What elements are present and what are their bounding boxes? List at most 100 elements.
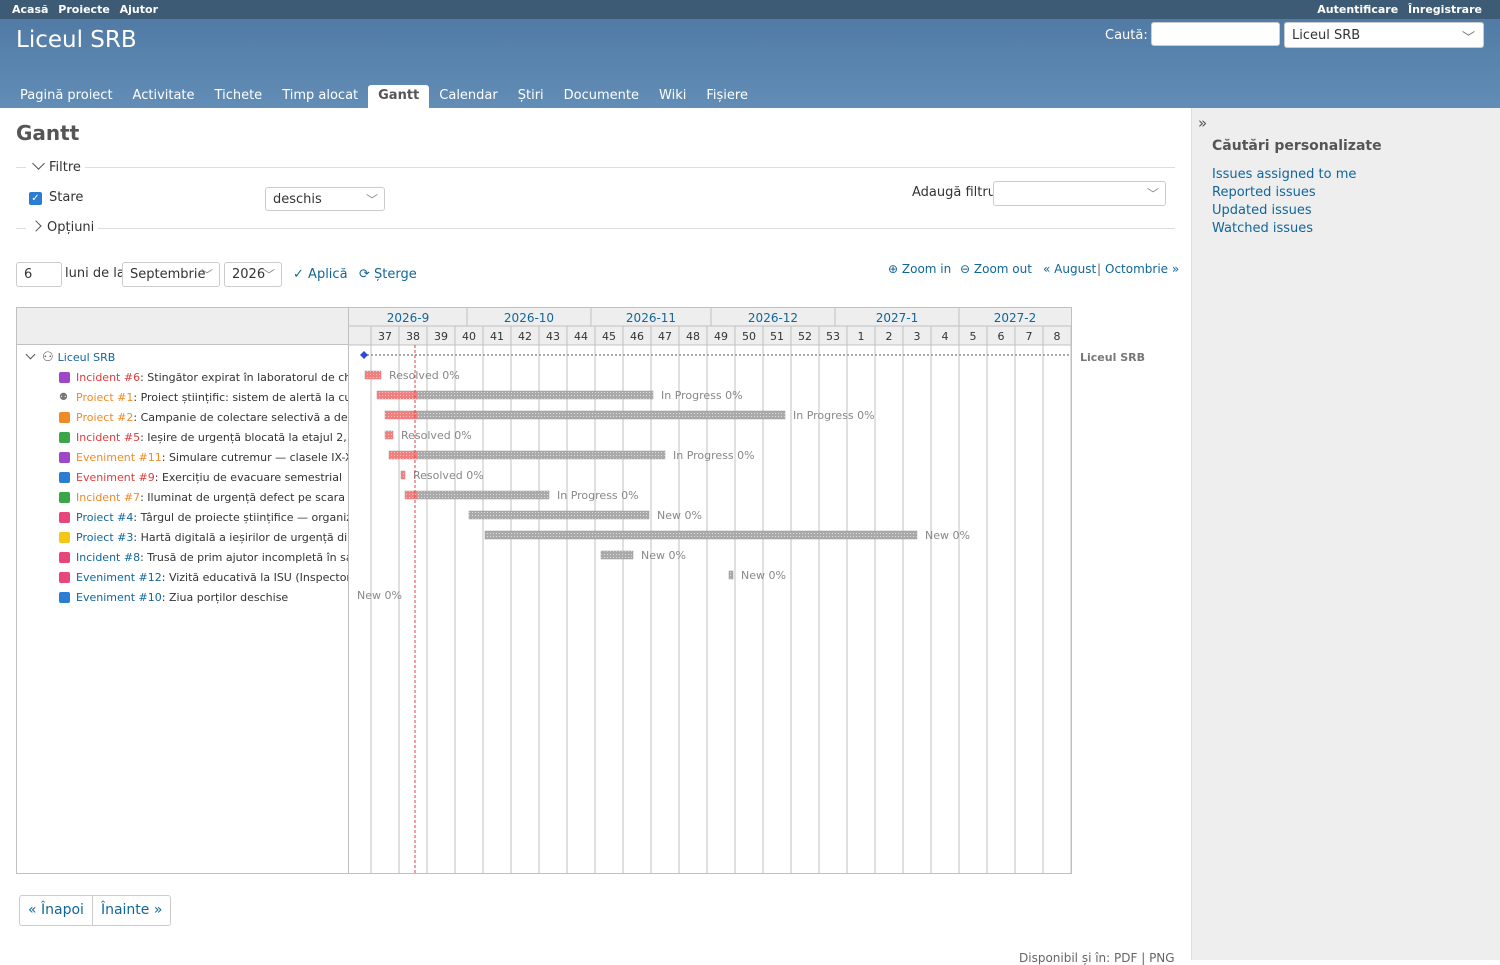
tab-gantt[interactable]: Gantt bbox=[368, 85, 430, 108]
gantt-month-label: 2027-2 bbox=[994, 311, 1037, 325]
gantt-week-label: 41 bbox=[490, 330, 504, 343]
gantt-issue-late-bar bbox=[389, 451, 417, 459]
apply-label: Aplică bbox=[308, 267, 348, 282]
options-divider bbox=[16, 228, 1175, 229]
tab-issues[interactable]: Tichete bbox=[205, 85, 273, 108]
top-link-help[interactable]: Ajutor bbox=[120, 3, 158, 16]
issue-subject: Hartă digitală a ieșirilor de urgență di… bbox=[140, 531, 348, 544]
issue-link[interactable]: Incident #6 bbox=[76, 371, 140, 384]
status-filter-label: Stare bbox=[49, 190, 84, 205]
gantt-issue-row[interactable]: Eveniment #9: Exercițiu de evacuare seme… bbox=[59, 468, 348, 488]
gantt-issue-row[interactable]: Incident #6: Stingător expirat în labora… bbox=[59, 368, 348, 388]
gantt-month-label: 2026-9 bbox=[387, 311, 430, 325]
top-link-projects[interactable]: Proiecte bbox=[58, 3, 110, 16]
issue-link[interactable]: Proiect #1 bbox=[76, 391, 133, 404]
tab-overview[interactable]: Pagină proiect bbox=[10, 85, 123, 108]
issue-subject-separator: : bbox=[154, 471, 162, 484]
page-title: Gantt bbox=[16, 121, 80, 145]
gantt-week-label: 37 bbox=[378, 330, 392, 343]
gantt-issue-bar bbox=[388, 450, 666, 460]
clear-button[interactable]: ⟳ Șterge bbox=[359, 267, 417, 282]
chevron-down-icon: ﹀ bbox=[262, 268, 275, 282]
options-legend[interactable]: Opțiuni bbox=[26, 220, 99, 235]
gantt-project-link[interactable]: Liceul SRB bbox=[58, 351, 116, 364]
sidebar-item-updated[interactable]: Updated issues bbox=[1212, 203, 1356, 221]
issue-link[interactable]: Eveniment #9 bbox=[76, 471, 155, 484]
sidebar-item-label[interactable]: Issues assigned to me bbox=[1212, 167, 1356, 182]
gantt-project-row[interactable]: ⚇ Liceul SRB bbox=[24, 348, 355, 368]
gantt-pager: « Înapoi Înainte » bbox=[19, 895, 172, 926]
gantt-issue-label: New 0% bbox=[925, 529, 970, 542]
pager-prev-button[interactable]: « Înapoi bbox=[20, 896, 92, 925]
sidebar-toggle-icon[interactable]: » bbox=[1198, 114, 1207, 132]
gantt-issue-row[interactable]: Proiect #4: Târgul de proiecte științifi… bbox=[59, 508, 348, 528]
sidebar-item-label[interactable]: Reported issues bbox=[1212, 185, 1316, 200]
top-link-home[interactable]: Acasă bbox=[12, 3, 48, 16]
gantt-issue-row[interactable]: ⚉ Proiect #1: Proiect științific: sistem … bbox=[59, 388, 348, 408]
tab-calendar[interactable]: Calendar bbox=[429, 85, 507, 108]
people-icon: ⚉ bbox=[59, 391, 68, 403]
gantt-chart: 2026-9 2026-10 2026-11 2026-12 2027-1 2027-2 3… bbox=[348, 307, 1072, 874]
pager-next-button[interactable]: Înainte » bbox=[91, 896, 170, 925]
issue-link[interactable]: Eveniment #11 bbox=[76, 451, 162, 464]
apply-button[interactable]: ✓ Aplică bbox=[293, 267, 348, 282]
issue-link[interactable]: Proiect #3 bbox=[76, 531, 133, 544]
chevron-down-icon: ﹀ bbox=[1461, 31, 1475, 46]
gantt-issue-row[interactable]: Eveniment #12: Vizită educativă la ISU (… bbox=[59, 568, 348, 588]
sidebar-item-watched[interactable]: Watched issues bbox=[1212, 221, 1356, 239]
gantt-issue-row[interactable]: Eveniment #10: Ziua porților deschise bbox=[59, 588, 348, 608]
sidebar-item-reported[interactable]: Reported issues bbox=[1212, 185, 1356, 203]
sidebar-item-label[interactable]: Updated issues bbox=[1212, 203, 1312, 218]
month-select[interactable]: Septembrie ﹀ bbox=[122, 262, 220, 287]
gantt-issue-row[interactable]: Proiect #2: Campanie de colectare select… bbox=[59, 408, 348, 428]
other-formats: Disponibil și în: PDF | PNG bbox=[1019, 951, 1175, 965]
tab-activity[interactable]: Activitate bbox=[123, 85, 205, 108]
gantt-issue-row[interactable]: Eveniment #11: Simulare cutremur — clase… bbox=[59, 448, 348, 468]
gantt-issue-label: In Progress 0% bbox=[557, 489, 639, 502]
months-input[interactable]: 6 bbox=[16, 262, 62, 287]
issue-link[interactable]: Eveniment #12 bbox=[76, 571, 162, 584]
search-input[interactable] bbox=[1151, 22, 1280, 46]
issue-link[interactable]: Incident #8 bbox=[76, 551, 140, 564]
gantt-month-label: 2027-1 bbox=[876, 311, 919, 325]
gantt-issue-row[interactable]: Incident #7: Iluminat de urgență defect … bbox=[59, 488, 348, 508]
issue-link[interactable]: Proiect #2 bbox=[76, 411, 133, 424]
gantt-week-label: 1 bbox=[858, 330, 865, 343]
add-filter-select[interactable]: ﹀ bbox=[993, 181, 1166, 206]
project-jump-select[interactable]: Liceul SRB ﹀ bbox=[1284, 22, 1484, 48]
tab-news[interactable]: Știri bbox=[508, 85, 554, 108]
gantt-issue-label: New 0% bbox=[357, 589, 402, 602]
issue-link[interactable]: Incident #5 bbox=[76, 431, 140, 444]
sidebar-item-assigned[interactable]: Issues assigned to me bbox=[1212, 167, 1356, 185]
gantt-issue-row[interactable]: Proiect #3: Hartă digitală a ieșirilor d… bbox=[59, 528, 348, 548]
gantt-issue-bar bbox=[384, 410, 786, 420]
sidebar-item-label[interactable]: Watched issues bbox=[1212, 221, 1313, 236]
zoom-out-link[interactable]: ⊖ Zoom out bbox=[960, 262, 1032, 276]
gantt-issue-row[interactable]: Incident #8: Trusă de prim ajutor incomp… bbox=[59, 548, 348, 568]
prev-month-link[interactable]: « August bbox=[1043, 262, 1096, 276]
filters-legend[interactable]: Filtre bbox=[26, 157, 85, 175]
status-operator-select[interactable]: deschis ﹀ bbox=[265, 187, 385, 211]
top-link-register[interactable]: Înregistrare bbox=[1408, 3, 1482, 16]
gantt-issue-label: In Progress 0% bbox=[661, 389, 743, 402]
tab-time-entries[interactable]: Timp alocat bbox=[272, 85, 368, 108]
top-link-login[interactable]: Autentificare bbox=[1317, 3, 1398, 16]
next-month-link[interactable]: Octombrie » bbox=[1105, 262, 1179, 276]
tab-files[interactable]: Fișiere bbox=[696, 85, 758, 108]
issue-link[interactable]: Eveniment #10 bbox=[76, 591, 162, 604]
issue-subject-separator: : bbox=[161, 571, 169, 584]
gantt-subjects: ⚇ Liceul SRB Incident #6: Stingător expir… bbox=[16, 307, 349, 874]
zoom-in-link[interactable]: ⊕ Zoom in bbox=[888, 262, 951, 276]
tab-wiki[interactable]: Wiki bbox=[649, 85, 696, 108]
gantt-issue-row[interactable]: Incident #5: Ieșire de urgență blocată l… bbox=[59, 428, 348, 448]
project-title[interactable]: Liceul SRB bbox=[16, 27, 137, 53]
tab-documents[interactable]: Documente bbox=[554, 85, 649, 108]
issue-link[interactable]: Proiect #4 bbox=[76, 511, 133, 524]
gantt-month-label: 2026-12 bbox=[748, 311, 798, 325]
issue-link[interactable]: Incident #7 bbox=[76, 491, 140, 504]
year-select[interactable]: 2026 ﹀ bbox=[224, 262, 282, 287]
gantt-week-label: 45 bbox=[602, 330, 616, 343]
gantt-week-label: 47 bbox=[658, 330, 672, 343]
status-checkbox[interactable]: ✓ bbox=[29, 192, 42, 205]
gantt-issue-late-bar bbox=[377, 391, 417, 399]
